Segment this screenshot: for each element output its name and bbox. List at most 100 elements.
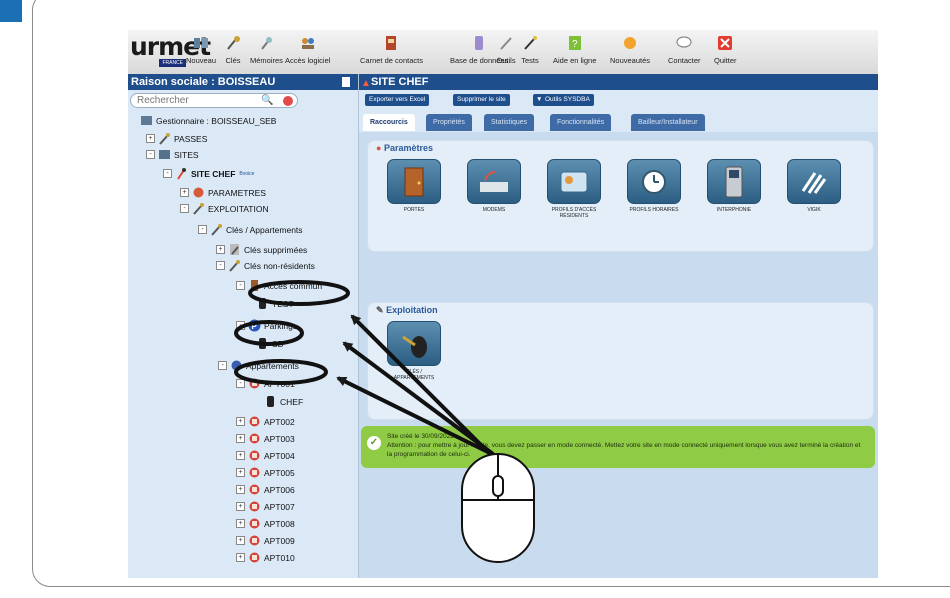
tree-label: APT006 xyxy=(264,484,295,495)
content-area: ● Paramètres Portes Modems Profils d'acc… xyxy=(359,132,878,578)
tile-modems[interactable]: Modems xyxy=(466,159,522,213)
expand-icon[interactable]: + xyxy=(236,434,245,443)
expand-icon[interactable]: + xyxy=(236,502,245,511)
tree-node-cles-appartements[interactable]: - Clés / Appartements xyxy=(198,222,303,237)
expand-icon[interactable]: + xyxy=(236,417,245,426)
collapse-icon[interactable]: - xyxy=(236,321,245,330)
toolbar-quitter[interactable]: Quitter xyxy=(714,34,737,65)
toolbar-contacter[interactable]: Contacter xyxy=(668,34,701,65)
collapse-icon[interactable]: - xyxy=(180,204,189,213)
sysdba-tools-label: Outils SYSDBA xyxy=(545,96,590,103)
tab-fonctionnalites[interactable]: Fonctionnalités xyxy=(550,114,612,131)
document-icon[interactable] xyxy=(342,77,350,87)
collapse-icon[interactable]: - xyxy=(218,361,227,370)
expand-icon[interactable]: + xyxy=(236,553,245,562)
tree-node-exploitation[interactable]: - EXPLOITATION xyxy=(180,201,269,216)
chat-icon xyxy=(674,34,694,52)
toolbar-tests[interactable]: Tests xyxy=(520,34,540,65)
tree-node-cles-supprimees[interactable]: + Clés supprimées xyxy=(216,242,307,257)
expand-icon[interactable]: + xyxy=(216,245,225,254)
tile-label: Profils d'accès Résidents xyxy=(551,207,597,219)
badge-icon xyxy=(256,297,269,310)
apartment-icon xyxy=(248,415,261,428)
toolbar-nouveau[interactable]: Nouveau xyxy=(186,34,216,65)
tree-node-apt006[interactable]: + APT006 xyxy=(236,482,295,497)
tree-node-parkings[interactable]: - P Parkings xyxy=(236,318,297,333)
expand-icon[interactable]: + xyxy=(236,485,245,494)
tab-statistiques[interactable]: Statistiques xyxy=(484,114,535,131)
toolbar-label: Carnet de contacts xyxy=(360,56,423,65)
tile-portes[interactable]: Portes xyxy=(386,159,442,213)
tree-node-apt009[interactable]: + APT009 xyxy=(236,533,295,548)
tab-proprietes[interactable]: Propriétés xyxy=(426,114,472,131)
tree-node-apt003[interactable]: + APT003 xyxy=(236,431,295,446)
tree-node-cles-non-residents[interactable]: - Clés non-résidents xyxy=(216,258,315,273)
toolbar-carnet[interactable]: Carnet de contacts xyxy=(360,34,423,65)
tree-node-passes[interactable]: + PASSES xyxy=(146,131,207,146)
expand-icon[interactable]: + xyxy=(236,468,245,477)
tests-icon xyxy=(520,34,540,52)
collapse-icon[interactable]: - xyxy=(236,379,245,388)
tree-node-apt002[interactable]: + APT002 xyxy=(236,414,295,429)
toolbar-cles[interactable]: Clés xyxy=(223,34,243,65)
tree-node-sites[interactable]: - SITES xyxy=(146,147,199,162)
tree-node-apt008[interactable]: + APT008 xyxy=(236,516,295,531)
tile-interphonie[interactable]: Interphonie xyxy=(706,159,762,213)
panel-title-text: Exploitation xyxy=(386,305,438,315)
tree-node-apt004[interactable]: + APT004 xyxy=(236,448,295,463)
delete-site-button[interactable]: Supprimer le site xyxy=(453,94,510,106)
expand-icon[interactable]: + xyxy=(236,451,245,460)
toolbar-outils[interactable]: Outils xyxy=(496,34,516,65)
export-excel-button[interactable]: Exporter vers Excel xyxy=(365,94,430,106)
tree-node-apt007[interactable]: + APT007 xyxy=(236,499,295,514)
tile-label: VIGIK xyxy=(807,207,821,213)
tree-node-apt001[interactable]: - APT001 xyxy=(236,376,295,391)
tree-label: Accès commun xyxy=(264,280,323,291)
svg-text:P: P xyxy=(252,322,258,331)
tree-node-appartements[interactable]: - Appartements xyxy=(218,358,299,373)
toolbar-nouveautes[interactable]: Nouveautés xyxy=(610,34,650,65)
collapse-icon[interactable]: - xyxy=(216,261,225,270)
tree-node-parametres[interactable]: + PARAMETRES xyxy=(180,185,266,200)
tree-node-test[interactable]: TEST xyxy=(256,296,294,311)
tree-label: APT005 xyxy=(264,467,295,478)
sysdba-tools-button[interactable]: ▼ Outils SYSDBA xyxy=(533,94,594,106)
toolbar-acces-logiciel[interactable]: Accès logiciel xyxy=(285,34,330,65)
toolbar-label: Aide en ligne xyxy=(553,56,597,65)
main-title: ▲ SITE CHEF xyxy=(359,74,878,90)
key-icon: ✎ xyxy=(376,305,384,315)
tree-label: APT010 xyxy=(264,552,295,563)
tree-label: PASSES xyxy=(174,133,208,144)
tree-node-chef[interactable]: CHEF xyxy=(264,394,303,409)
collapse-icon[interactable]: - xyxy=(146,150,155,159)
tile-vigik[interactable]: VIGIK xyxy=(786,159,842,213)
expand-icon[interactable]: + xyxy=(236,536,245,545)
search-input[interactable]: Rechercher 🔍 xyxy=(130,93,298,108)
expand-icon[interactable]: + xyxy=(236,519,245,528)
tree-node-site-chef[interactable]: - SITE CHEF Bvoice xyxy=(163,166,254,181)
collapse-icon[interactable]: - xyxy=(198,225,207,234)
tree-node-gestionnaire[interactable]: Gestionnaire : BOISSEAU_SEB xyxy=(140,113,276,128)
tab-bailleur[interactable]: Bailleur/Installateur xyxy=(631,114,705,131)
tile-profils-horaires[interactable]: Profils horaires xyxy=(626,159,682,213)
clear-search-icon[interactable] xyxy=(283,96,293,106)
door-icon xyxy=(387,159,441,204)
tree-label: Clés supprimées xyxy=(244,244,308,255)
expand-icon[interactable]: + xyxy=(180,188,189,197)
tile-cles-appartements[interactable]: Clés / Appartements xyxy=(386,321,442,381)
tree-node-sb[interactable]: SB xyxy=(256,336,283,351)
manager-icon xyxy=(140,114,153,127)
tab-raccourcis[interactable]: Raccourcis xyxy=(363,114,415,131)
tile-profils-acces[interactable]: Profils d'accès Résidents xyxy=(546,159,602,219)
toolbar-memoires[interactable]: Mémoires xyxy=(250,34,283,65)
search-icon[interactable]: 🔍 xyxy=(261,95,273,106)
tree-node-apt005[interactable]: + APT005 xyxy=(236,465,295,480)
collapse-icon[interactable]: - xyxy=(236,281,245,290)
clock-icon xyxy=(627,159,681,204)
toolbar-aide[interactable]: ? Aide en ligne xyxy=(553,34,596,65)
action-bar: Exporter vers Excel Supprimer le site ▼ … xyxy=(359,90,878,110)
tree-node-apt010[interactable]: + APT010 xyxy=(236,550,295,565)
tree-node-acces-commun[interactable]: - Accès commun xyxy=(236,278,322,293)
expand-icon[interactable]: + xyxy=(146,134,155,143)
collapse-icon[interactable]: - xyxy=(163,169,172,178)
